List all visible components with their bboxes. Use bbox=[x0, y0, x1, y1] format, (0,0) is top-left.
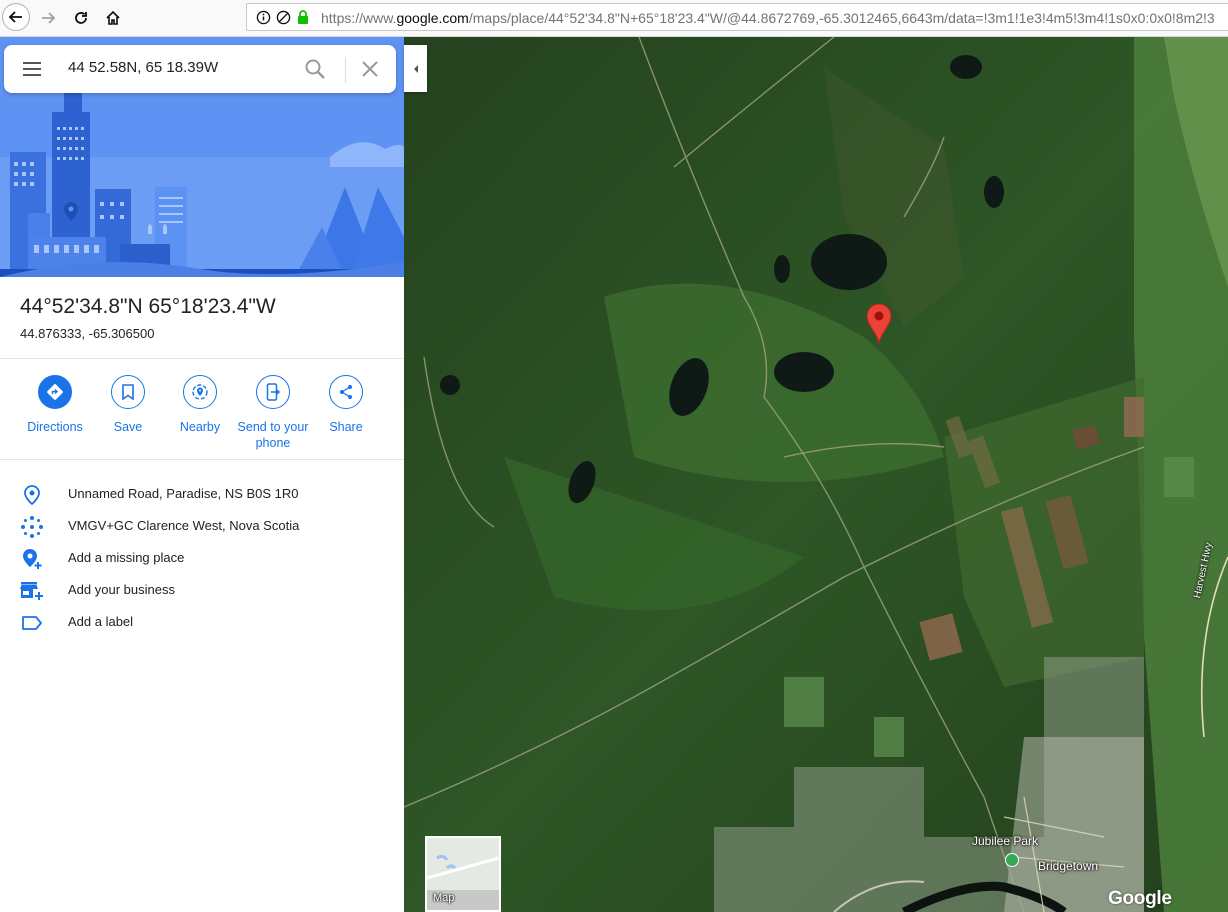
add-missing-place-text: Add a missing place bbox=[68, 550, 185, 565]
minimap-label: Map bbox=[433, 892, 455, 904]
back-button[interactable] bbox=[2, 3, 30, 31]
label-icon bbox=[20, 611, 44, 635]
address-text: Unnamed Road, Paradise, NS B0S 1R0 bbox=[68, 486, 299, 501]
save-button[interactable]: Save bbox=[91, 375, 165, 435]
send-to-phone-icon bbox=[256, 375, 290, 409]
send-to-phone-label: Send to your phone bbox=[237, 420, 309, 450]
plus-code-row[interactable]: VMGV+GC Clarence West, Nova Scotia bbox=[0, 511, 404, 543]
search-divider bbox=[345, 57, 346, 83]
add-missing-place-row[interactable]: Add a missing place bbox=[0, 543, 404, 575]
search-icon[interactable] bbox=[304, 58, 326, 80]
divider bbox=[0, 459, 404, 460]
lock-icon[interactable] bbox=[296, 9, 310, 25]
home-button[interactable] bbox=[99, 4, 127, 32]
action-bar: Directions Save Nearby Send to your phon… bbox=[18, 375, 388, 455]
map-label-bridgetown[interactable]: Bridgetown bbox=[1038, 859, 1098, 873]
share-label: Share bbox=[329, 420, 363, 434]
add-place-icon bbox=[20, 547, 44, 571]
address-row[interactable]: Unnamed Road, Paradise, NS B0S 1R0 bbox=[0, 479, 404, 511]
place-decimal-coords: 44.876333, -65.306500 bbox=[20, 326, 155, 341]
add-business-icon bbox=[20, 579, 44, 603]
location-marker-icon[interactable] bbox=[866, 303, 892, 350]
search-input[interactable]: 44 52.58N, 65 18.39W bbox=[68, 59, 218, 76]
nearby-icon bbox=[183, 375, 217, 409]
save-label: Save bbox=[113, 420, 143, 434]
forward-button[interactable] bbox=[34, 4, 62, 32]
directions-button[interactable]: Directions bbox=[18, 375, 92, 435]
nearby-label: Nearby bbox=[179, 420, 221, 434]
info-icon[interactable] bbox=[256, 10, 271, 25]
divider bbox=[0, 358, 404, 359]
share-button[interactable]: Share bbox=[309, 375, 383, 435]
place-title: 44°52'34.8"N 65°18'23.4"W bbox=[20, 295, 276, 318]
url-bar[interactable]: https://www.google.com/maps/place/44°52'… bbox=[246, 3, 1228, 31]
satellite-map[interactable]: Jubilee Park Bridgetown Harvest Hwy bbox=[404, 37, 1228, 912]
bookmark-icon bbox=[111, 375, 145, 409]
share-icon bbox=[329, 375, 363, 409]
side-panel: 44 52.58N, 65 18.39W 44°52'34.8"N 65°18'… bbox=[0, 37, 404, 912]
send-to-phone-button[interactable]: Send to your phone bbox=[236, 375, 310, 451]
collapse-panel-button[interactable] bbox=[404, 45, 427, 92]
location-pin-icon bbox=[20, 483, 44, 507]
hamburger-menu-icon[interactable] bbox=[22, 59, 42, 79]
add-label-text: Add a label bbox=[68, 614, 134, 629]
plus-code-icon bbox=[20, 515, 44, 539]
reload-icon bbox=[75, 12, 87, 24]
browser-toolbar: https://www.google.com/maps/place/44°52'… bbox=[0, 0, 1228, 37]
reload-button[interactable] bbox=[67, 4, 95, 32]
home-icon bbox=[106, 10, 120, 25]
hero-illustration: 44 52.58N, 65 18.39W bbox=[0, 37, 404, 277]
add-label-row[interactable]: Add a label bbox=[0, 607, 404, 639]
url-text: https://www.google.com/maps/place/44°52'… bbox=[321, 10, 1215, 26]
directions-label: Directions bbox=[27, 420, 83, 434]
plus-code-text: VMGV+GC Clarence West, Nova Scotia bbox=[68, 518, 300, 533]
map-layer-switcher[interactable]: Map bbox=[425, 836, 501, 912]
satellite-imagery bbox=[404, 37, 1228, 912]
close-icon[interactable] bbox=[359, 58, 381, 80]
tracking-protection-icon[interactable] bbox=[276, 10, 291, 25]
nearby-button[interactable]: Nearby bbox=[163, 375, 237, 435]
search-box[interactable]: 44 52.58N, 65 18.39W bbox=[4, 45, 396, 93]
map-label-jubilee-park[interactable]: Jubilee Park bbox=[972, 834, 1038, 848]
add-business-row[interactable]: Add your business bbox=[0, 575, 404, 607]
google-logo: Google bbox=[1108, 888, 1172, 909]
park-icon[interactable] bbox=[1005, 853, 1019, 867]
directions-icon bbox=[38, 375, 72, 409]
back-arrow-icon bbox=[8, 11, 22, 23]
forward-arrow-icon bbox=[42, 12, 56, 24]
caret-left-icon bbox=[413, 64, 418, 73]
add-business-text: Add your business bbox=[68, 582, 175, 597]
